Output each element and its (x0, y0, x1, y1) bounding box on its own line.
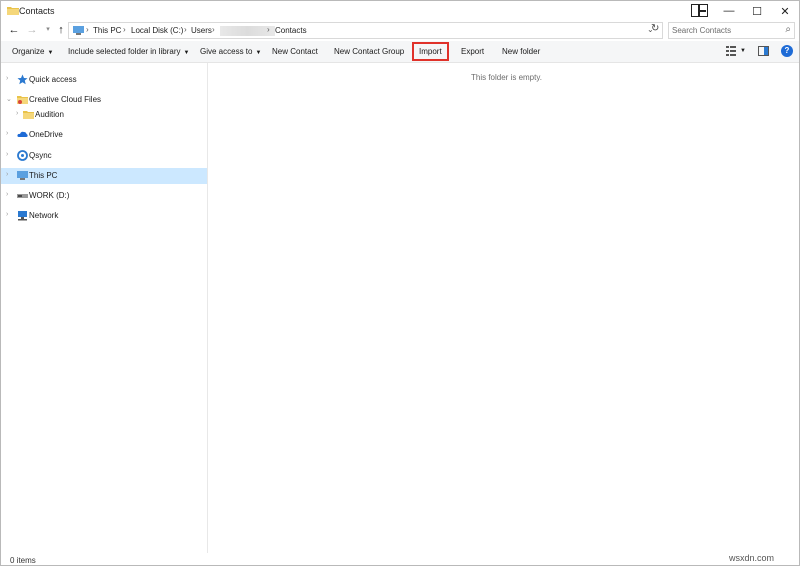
window-title: Contacts (19, 6, 55, 16)
nav-item-quick-access[interactable]: › Quick access (1, 72, 207, 88)
import-button[interactable]: Import (412, 42, 449, 61)
breadcrumb-users[interactable]: Users (191, 26, 212, 35)
breadcrumb-separator: › (86, 25, 89, 34)
status-item-count: 0 items (10, 556, 36, 565)
nav-item-onedrive[interactable]: › OneDrive (1, 127, 207, 143)
computer-icon (17, 171, 28, 180)
close-button[interactable]: ✕ (771, 1, 799, 21)
nav-item-audition[interactable]: › Audition (1, 107, 207, 123)
onedrive-icon (17, 131, 28, 137)
expand-chevron-icon[interactable]: › (6, 130, 8, 137)
preview-pane-icon[interactable] (758, 46, 769, 56)
nav-item-network[interactable]: › Network (1, 208, 207, 224)
help-icon[interactable]: ? (781, 45, 793, 57)
nav-item-qsync[interactable]: › Qsync (1, 148, 207, 164)
minimize-button[interactable]: — (715, 1, 743, 21)
star-icon (17, 74, 28, 85)
breadcrumb-separator: › (212, 25, 215, 34)
search-box[interactable]: ⌕ (668, 22, 795, 39)
export-button[interactable]: Export (461, 45, 484, 58)
organize-label: Organize (12, 47, 45, 56)
breadcrumb-separator: › (267, 25, 270, 34)
caret-down-icon: ▼ (183, 50, 190, 56)
folder-icon (23, 111, 34, 119)
nav-item-label: Network (29, 211, 59, 220)
nav-item-this-pc[interactable]: › This PC (1, 168, 207, 184)
expand-chevron-icon[interactable]: › (6, 191, 8, 198)
nav-item-label: OneDrive (29, 130, 63, 139)
nav-item-label: Quick access (29, 75, 77, 84)
nav-item-label: Qsync (29, 151, 52, 160)
include-library-button[interactable]: Include selected folder in library ▼ (68, 45, 189, 58)
nav-item-work-drive[interactable]: › WORK (D:) (1, 188, 207, 204)
expand-chevron-icon[interactable]: › (6, 75, 8, 82)
cloud-folder-icon (17, 96, 28, 104)
include-library-label: Include selected folder in library (68, 47, 181, 56)
expand-chevron-icon[interactable]: › (6, 151, 8, 158)
nav-item-label: WORK (D:) (29, 191, 70, 200)
snap-layout-icon[interactable] (691, 4, 708, 17)
view-options-caret-icon[interactable]: ▼ (740, 45, 746, 58)
nav-item-label: Audition (35, 110, 64, 119)
new-folder-button[interactable]: New folder (502, 45, 540, 58)
breadcrumb-separator: › (184, 25, 187, 34)
search-icon[interactable]: ⌕ (785, 24, 791, 35)
empty-folder-message: This folder is empty. (471, 73, 542, 82)
qsync-icon (17, 150, 28, 161)
new-contact-group-button[interactable]: New Contact Group (334, 45, 404, 58)
computer-icon (73, 26, 84, 35)
nav-item-label: This PC (29, 171, 58, 180)
explorer-window: Contacts — ☐ ✕ ← → ▾ ↑ › This PC › Local… (0, 0, 800, 566)
give-access-button[interactable]: Give access to ▼ (200, 45, 261, 58)
network-icon (18, 211, 27, 221)
navigation-pane: › Quick access ⌄ Creative Cloud Files › … (1, 63, 208, 553)
caret-down-icon: ▼ (255, 50, 262, 56)
breadcrumb-local-disk[interactable]: Local Disk (C:) (131, 26, 183, 35)
maximize-button[interactable]: ☐ (743, 1, 771, 21)
breadcrumb-separator: › (123, 25, 126, 34)
up-arrow-icon[interactable]: ↑ (54, 23, 68, 37)
back-arrow-icon[interactable]: ← (7, 23, 21, 37)
nav-item-creative-cloud[interactable]: ⌄ Creative Cloud Files (1, 92, 207, 108)
expand-chevron-icon[interactable]: › (16, 110, 18, 117)
organize-button[interactable]: Organize ▼ (12, 45, 53, 58)
expand-chevron-icon[interactable]: › (6, 171, 8, 178)
expand-chevron-icon[interactable]: › (6, 211, 8, 218)
address-bar[interactable]: › This PC › Local Disk (C:) › Users › › … (68, 22, 663, 39)
change-view-icon[interactable] (726, 46, 736, 56)
watermark-text: wsxdn.com (729, 553, 775, 563)
nav-item-label: Creative Cloud Files (29, 95, 102, 104)
command-bar: Organize ▼ Include selected folder in lib… (1, 41, 799, 63)
drive-icon (17, 194, 28, 198)
recent-locations-chevron-icon[interactable]: ▾ (41, 23, 55, 37)
search-input[interactable] (669, 23, 777, 38)
folder-icon (7, 7, 19, 15)
title-bar[interactable]: Contacts — ☐ ✕ (1, 1, 799, 21)
expand-chevron-icon[interactable]: ⌄ (6, 95, 12, 103)
caret-down-icon: ▼ (47, 50, 54, 56)
breadcrumb-contacts[interactable]: Contacts (275, 26, 307, 35)
give-access-label: Give access to (200, 47, 253, 56)
breadcrumb-this-pc[interactable]: This PC (93, 26, 121, 35)
refresh-icon[interactable]: ↻ (651, 23, 659, 34)
new-contact-button[interactable]: New Contact (272, 45, 318, 58)
forward-arrow-icon[interactable]: → (25, 23, 39, 37)
